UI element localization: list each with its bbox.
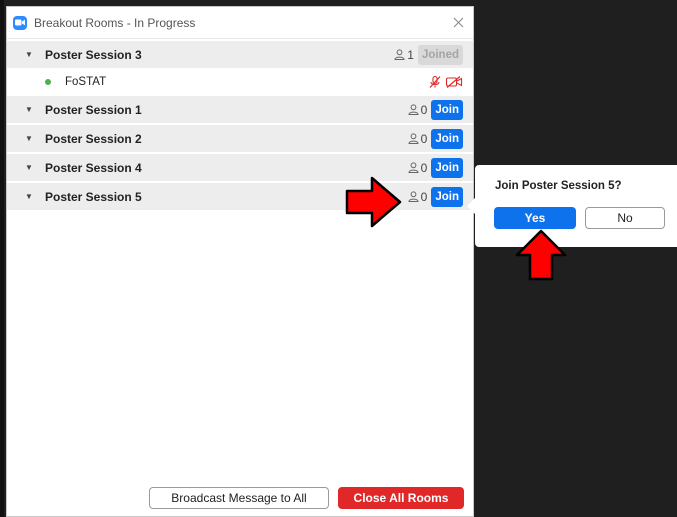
right-arrow-annotation-icon	[345, 176, 402, 228]
count-value: 0	[420, 102, 428, 117]
person-icon	[408, 162, 419, 173]
close-all-rooms-button[interactable]: Close All Rooms	[338, 487, 464, 509]
caret-down-icon[interactable]: ▼	[25, 134, 33, 143]
room-row-poster-session-4[interactable]: ▼ Poster Session 4 0 Join	[7, 154, 473, 183]
person-icon	[394, 49, 405, 60]
close-icon[interactable]	[451, 16, 465, 30]
desktop-edge	[0, 0, 4, 517]
join-confirmation-popup: Join Poster Session 5? Yes No	[467, 165, 677, 247]
popup-question: Join Poster Session 5?	[495, 180, 622, 192]
person-icon	[408, 191, 419, 202]
count-value: 0	[420, 131, 428, 146]
room-name: Poster Session 4	[45, 160, 142, 175]
popup-pointer	[467, 198, 475, 214]
participant-name: FoSTAT	[65, 76, 107, 88]
participant-count: 0	[408, 160, 428, 175]
count-value: 0	[420, 189, 428, 204]
room-name: Poster Session 1	[45, 102, 142, 117]
caret-down-icon[interactable]: ▼	[25, 50, 33, 59]
room-name: Poster Session 2	[45, 131, 142, 146]
participant-status-icons	[428, 75, 463, 89]
caret-down-icon[interactable]: ▼	[25, 163, 33, 172]
participant-count: 0	[408, 131, 428, 146]
person-icon	[408, 133, 419, 144]
person-icon	[408, 104, 419, 115]
yes-button[interactable]: Yes	[494, 207, 576, 229]
caret-down-icon[interactable]: ▼	[25, 105, 33, 114]
join-button[interactable]: Join	[431, 186, 463, 207]
join-button[interactable]: Join	[431, 128, 463, 149]
room-row-poster-session-1[interactable]: ▼ Poster Session 1 0 Join	[7, 96, 473, 125]
online-status-icon	[45, 79, 51, 85]
zoom-camera-icon	[13, 15, 27, 30]
room-row-poster-session-2[interactable]: ▼ Poster Session 2 0 Join	[7, 125, 473, 154]
joined-button: Joined	[417, 44, 463, 65]
participant-count: 1	[394, 48, 414, 62]
room-row-poster-session-5[interactable]: ▼ Poster Session 5 0 Join	[7, 183, 473, 212]
participant-row: FoSTAT	[7, 70, 473, 96]
participant-count: 0	[408, 102, 428, 117]
room-row-poster-session-3[interactable]: ▼ Poster Session 3 1 Joined	[7, 41, 473, 70]
count-value: 0	[420, 160, 428, 175]
up-arrow-annotation-icon	[515, 229, 567, 281]
participant-count: 0	[408, 189, 428, 204]
mic-muted-icon	[429, 75, 441, 88]
video-off-icon	[445, 76, 463, 88]
caret-down-icon[interactable]: ▼	[25, 192, 33, 201]
join-button[interactable]: Join	[431, 157, 463, 178]
window-title: Breakout Rooms - In Progress	[34, 15, 196, 30]
join-button[interactable]: Join	[431, 99, 463, 120]
breakout-rooms-window: Breakout Rooms - In Progress ▼ Poster Se…	[6, 6, 474, 517]
room-name: Poster Session 3	[45, 47, 142, 62]
no-button[interactable]: No	[585, 207, 665, 229]
title-bar: Breakout Rooms - In Progress	[7, 7, 473, 39]
count-value: 1	[407, 47, 414, 62]
footer-bar: Broadcast Message to All Close All Rooms	[7, 487, 473, 517]
breakout-room-list: ▼ Poster Session 3 1 Joined FoSTAT ▼ Pos…	[7, 41, 473, 212]
broadcast-message-button[interactable]: Broadcast Message to All	[149, 487, 329, 509]
